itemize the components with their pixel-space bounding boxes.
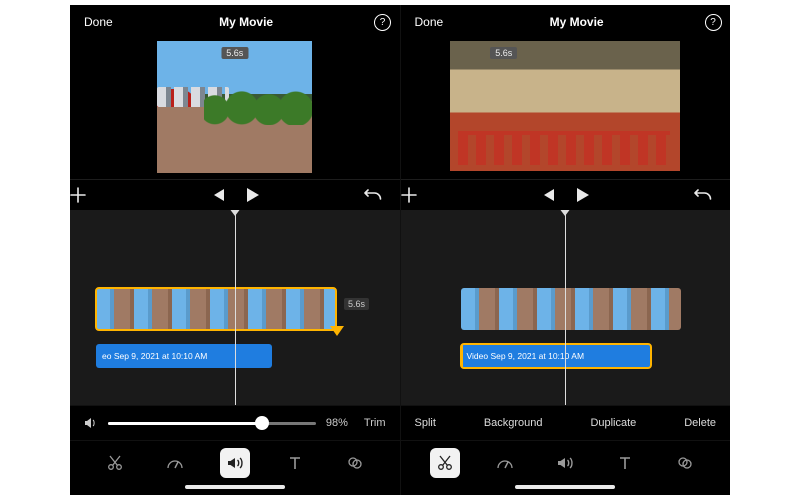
audio-clip-label: eo Sep 9, 2021 at 10:10 AM — [102, 351, 207, 361]
clip-actions-row: Split Background Duplicate Delete — [401, 405, 731, 440]
play-button[interactable] — [247, 188, 259, 202]
preview-frame: 5.6s — [450, 41, 680, 171]
add-media-button[interactable] — [401, 187, 437, 203]
detached-audio-clip[interactable]: eo Sep 9, 2021 at 10:10 AM — [96, 344, 272, 368]
transport-bar — [70, 179, 400, 210]
volume-slider[interactable] — [108, 422, 316, 425]
transport-bar — [401, 179, 731, 210]
speed-tool[interactable] — [490, 448, 520, 478]
playhead[interactable] — [235, 210, 236, 405]
video-clip[interactable] — [461, 288, 681, 330]
skip-start-button[interactable] — [211, 189, 225, 201]
play-button[interactable] — [577, 188, 589, 202]
volume-thumb[interactable] — [255, 416, 269, 430]
audio-tool[interactable] — [550, 448, 580, 478]
clip-duration-pill: 5.6s — [221, 47, 248, 59]
undo-button[interactable] — [694, 188, 730, 202]
speed-tool[interactable] — [160, 448, 190, 478]
skip-start-button[interactable] — [541, 189, 555, 201]
tool-bar — [401, 440, 731, 485]
timeline[interactable]: Video Sep 9, 2021 at 10:10 AM — [401, 210, 731, 405]
preview-area[interactable]: 5.6s — [70, 39, 400, 179]
background-action[interactable]: Background — [484, 417, 543, 429]
video-track[interactable] — [96, 288, 336, 330]
home-indicator[interactable] — [401, 485, 731, 495]
timeline[interactable]: 5.6s eo Sep 9, 2021 at 10:10 AM — [70, 210, 400, 405]
cut-tool[interactable] — [100, 448, 130, 478]
text-tool[interactable] — [280, 448, 310, 478]
audio-clip-label: Video Sep 9, 2021 at 10:10 AM — [467, 351, 585, 361]
video-track[interactable] — [461, 288, 681, 330]
duplicate-action[interactable]: Duplicate — [590, 417, 636, 429]
volume-percent: 98% — [326, 417, 348, 429]
clip-duration-badge: 5.6s — [344, 298, 369, 310]
filter-tool[interactable] — [340, 448, 370, 478]
trim-end-handle[interactable] — [330, 326, 344, 336]
preview-area[interactable]: 5.6s — [401, 39, 731, 179]
detached-audio-clip[interactable]: Video Sep 9, 2021 at 10:10 AM — [461, 344, 651, 368]
filter-tool[interactable] — [670, 448, 700, 478]
audio-track[interactable]: Video Sep 9, 2021 at 10:10 AM — [461, 344, 651, 368]
audio-track[interactable]: eo Sep 9, 2021 at 10:10 AM — [96, 344, 272, 368]
trim-label[interactable]: Trim — [364, 417, 386, 429]
preview-frame: 5.6s — [157, 41, 312, 173]
tool-bar — [70, 440, 400, 485]
video-clip[interactable] — [96, 288, 336, 330]
playhead[interactable] — [565, 210, 566, 405]
help-icon: ? — [374, 14, 391, 31]
app-header: Done My Movie ? — [401, 5, 731, 39]
app-header: Done My Movie ? — [70, 5, 400, 39]
trim-start-handle[interactable] — [461, 344, 463, 368]
split-action[interactable]: Split — [415, 417, 436, 429]
screenshot-right: Done My Movie ? 5.6s — [400, 5, 731, 495]
project-title: My Movie — [457, 15, 696, 29]
speaker-icon — [84, 417, 98, 429]
delete-action[interactable]: Delete — [684, 417, 716, 429]
help-button[interactable]: ? — [366, 14, 400, 31]
clip-duration-pill: 5.6s — [490, 47, 517, 59]
home-indicator[interactable] — [70, 485, 400, 495]
done-button[interactable]: Done — [401, 15, 458, 29]
help-icon: ? — [705, 14, 722, 31]
add-media-button[interactable] — [70, 187, 106, 203]
audio-tool[interactable] — [220, 448, 250, 478]
project-title: My Movie — [127, 15, 366, 29]
undo-button[interactable] — [364, 188, 400, 202]
done-button[interactable]: Done — [70, 15, 127, 29]
help-button[interactable]: ? — [696, 14, 730, 31]
text-tool[interactable] — [610, 448, 640, 478]
volume-row: 98% Trim — [70, 405, 400, 440]
cut-tool[interactable] — [430, 448, 460, 478]
screenshot-left: Done My Movie ? 5.6s — [70, 5, 400, 495]
